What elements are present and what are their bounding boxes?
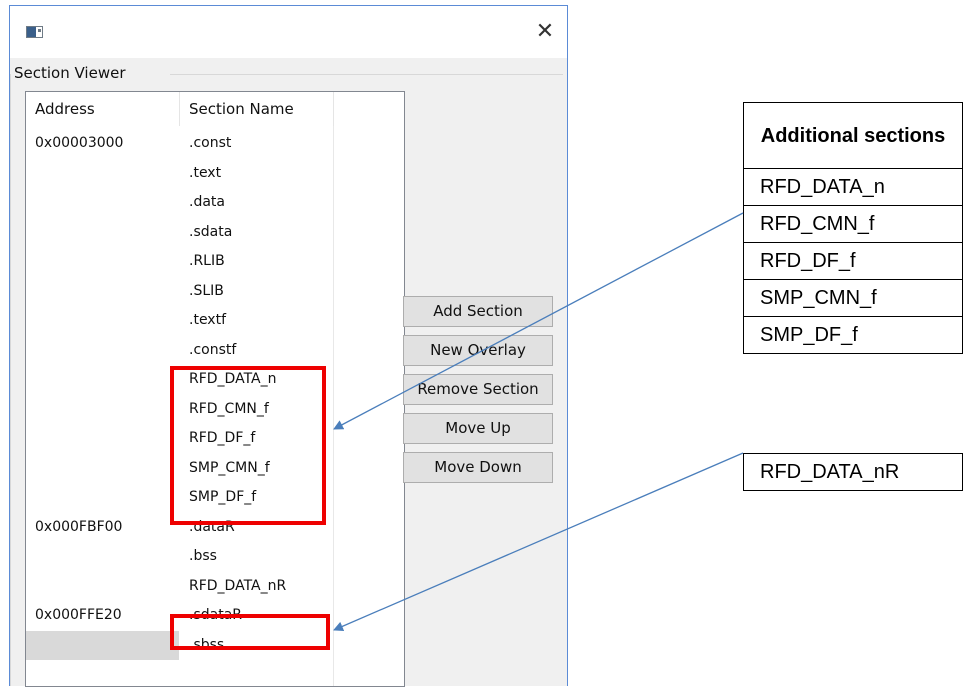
arrow-r-section (333, 452, 744, 632)
arrow-additional-sections (333, 212, 744, 430)
annotation-arrows (333, 212, 744, 632)
